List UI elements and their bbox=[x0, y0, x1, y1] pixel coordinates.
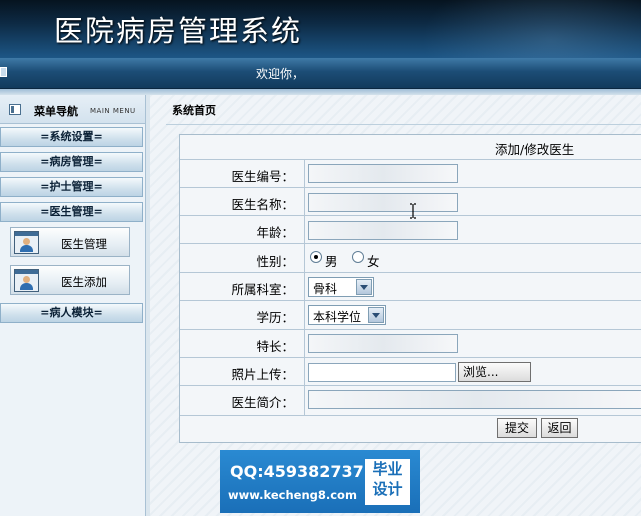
browse-button[interactable]: 浏览... bbox=[458, 362, 531, 382]
doctor-name-label: 医生名称： bbox=[231, 197, 294, 212]
education-value: 本科学位 bbox=[313, 310, 362, 324]
submenu-label: 医生添加 bbox=[61, 275, 107, 289]
breadcrumb[interactable]: 系统首页 bbox=[172, 102, 216, 118]
row-divider bbox=[180, 243, 641, 244]
app-header: 医院病房管理系统 bbox=[0, 0, 641, 58]
watermark-banner: QQ:459382737 www.kecheng8.com 毕业 设计 bbox=[220, 450, 420, 513]
header-decoration bbox=[421, 0, 641, 58]
chevron-down-icon[interactable] bbox=[368, 307, 384, 323]
age-input[interactable] bbox=[308, 221, 458, 240]
watermark-badge: 毕业 设计 bbox=[365, 459, 410, 505]
department-select[interactable]: 骨科 bbox=[308, 277, 374, 297]
app-title: 医院病房管理系统 bbox=[54, 14, 303, 48]
text-cursor-icon bbox=[410, 203, 416, 219]
sidebar-subtitle: MAIN MENU bbox=[90, 107, 136, 115]
row-divider bbox=[180, 329, 641, 330]
gender-label: 性别： bbox=[256, 254, 294, 269]
doctor-name-input[interactable] bbox=[308, 193, 458, 212]
watermark-badge-line1: 毕业 bbox=[372, 460, 403, 478]
specialty-label: 特长： bbox=[256, 339, 294, 354]
submit-button[interactable]: 提交 bbox=[497, 418, 537, 438]
row-divider bbox=[180, 385, 641, 386]
gender-female-label: 女 bbox=[367, 254, 380, 269]
menu-nav-icon bbox=[9, 104, 21, 115]
intro-label: 医生简介： bbox=[231, 395, 294, 410]
sidebar-title: 菜单导航 bbox=[34, 105, 78, 118]
photo-file-input[interactable] bbox=[308, 363, 456, 382]
doctor-id-input[interactable] bbox=[308, 164, 458, 183]
watermark-badge-line2: 设计 bbox=[372, 480, 403, 498]
sidebar: 菜单导航 MAIN MENU =系统设置= =病房管理= =护士管理= =医生管… bbox=[0, 95, 146, 516]
menu-doctor-management[interactable]: =医生管理= bbox=[0, 202, 143, 222]
chevron-down-icon[interactable] bbox=[356, 279, 372, 295]
watermark-url: www.kecheng8.com bbox=[228, 488, 357, 502]
menu-ward-management[interactable]: =病房管理= bbox=[0, 152, 143, 172]
doctor-id-label: 医生编号： bbox=[231, 169, 294, 184]
form-title: 添加/修改医生 bbox=[495, 142, 575, 157]
education-label: 学历： bbox=[256, 310, 294, 325]
doctor-icon bbox=[14, 269, 39, 292]
welcome-text: 欢迎你， bbox=[256, 67, 305, 81]
menu-toggle-icon[interactable] bbox=[0, 67, 7, 77]
menu-nurse-management[interactable]: =护士管理= bbox=[0, 177, 143, 197]
divider bbox=[166, 124, 641, 125]
department-label: 所属科室： bbox=[231, 282, 294, 297]
age-label: 年龄： bbox=[256, 225, 294, 240]
specialty-input[interactable] bbox=[308, 334, 458, 353]
gender-female-radio[interactable] bbox=[352, 251, 364, 263]
watermark-qq: QQ:459382737 bbox=[230, 462, 364, 481]
row-divider bbox=[180, 272, 641, 273]
education-select[interactable]: 本科学位 bbox=[308, 305, 386, 325]
department-value: 骨科 bbox=[313, 282, 338, 296]
menu-system-settings[interactable]: =系统设置= bbox=[0, 127, 143, 147]
gender-male-label: 男 bbox=[325, 254, 338, 269]
sidebar-header: 菜单导航 MAIN MENU bbox=[0, 95, 145, 124]
row-divider bbox=[180, 357, 641, 358]
menu-patient-module[interactable]: =病人模块= bbox=[0, 303, 143, 323]
photo-label: 照片上传： bbox=[231, 367, 294, 382]
column-divider bbox=[304, 159, 305, 416]
intro-input[interactable] bbox=[308, 390, 641, 409]
welcome-bar: 欢迎你， bbox=[0, 58, 641, 89]
submenu-doctor-add[interactable]: 医生添加 bbox=[10, 265, 130, 295]
doctor-form: 添加/修改医生 医生编号： 医生名称： 年龄： 性别： 男 女 所属科室： 骨科 bbox=[179, 134, 641, 443]
doctor-icon bbox=[14, 231, 39, 254]
row-divider bbox=[180, 300, 641, 301]
row-divider bbox=[180, 159, 641, 160]
back-button[interactable]: 返回 bbox=[541, 418, 578, 438]
submenu-label: 医生管理 bbox=[61, 237, 107, 251]
submenu-doctor-management[interactable]: 医生管理 bbox=[10, 227, 130, 257]
row-divider bbox=[180, 187, 641, 188]
row-divider bbox=[180, 415, 641, 416]
gender-male-radio[interactable] bbox=[310, 251, 322, 263]
